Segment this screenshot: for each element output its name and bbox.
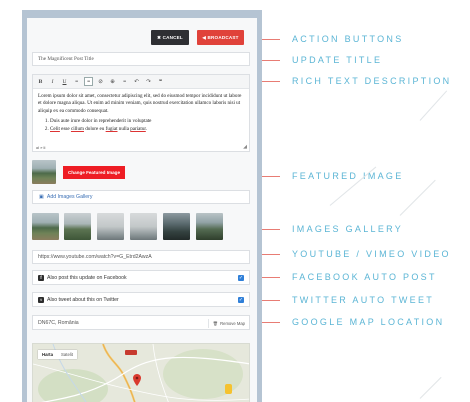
italic-icon[interactable]: I [48,77,57,86]
gallery-image[interactable] [97,213,124,240]
blockquote-icon[interactable]: ❝ [156,77,165,86]
gallery-image[interactable] [130,213,157,240]
facebook-auto-post-row[interactable]: f Also post this update on Facebook ✓ [32,270,250,285]
map-type-tabs: Harta Satelit [38,350,77,359]
editor-content[interactable]: Lorem ipsum dolor sit amet, consectetur … [33,89,249,137]
align-icon[interactable]: ≡ [120,77,129,86]
remove-map-label: Remove Map [220,321,245,326]
connector-line [262,39,280,40]
update-form-panel: ✖ CANCEL ◀ BROADCAST The Magnificent Pos… [27,18,257,402]
undo-icon[interactable]: ↶ [132,77,141,86]
twitter-checkbox[interactable]: ✓ [238,297,244,303]
facebook-icon: f [38,274,44,281]
rich-text-editor[interactable]: B I U ≡ ≡ ⊘ ⊕ ≡ ↶ ↷ ❝ Lorem ipsum dolor … [32,74,250,152]
label-rich-text: RICH TEXT DESCRIPTION [292,76,452,86]
facebook-label: Also post this update on Facebook [47,274,127,281]
numbered-list-icon[interactable]: ≡ [84,77,93,86]
change-featured-image-button[interactable]: Change Featured Image [63,166,125,179]
connector-line [262,176,280,177]
editor-list: Duis aute irure dolor in reprehenderit i… [38,118,244,133]
spellcheck-word: fugiat [105,125,118,132]
google-map[interactable]: Harta Satelit [32,343,250,402]
street-view-pegman-icon[interactable] [225,384,232,394]
trash-icon: 🗑 [212,320,219,326]
bullet-list-icon[interactable]: ≡ [72,77,81,86]
spellcheck-word: cillum [70,125,84,132]
spellcheck-word: pariatur [130,125,146,132]
facebook-checkbox[interactable]: ✓ [238,275,244,281]
decorative-line [419,376,442,399]
label-video: YOUTUBE / VIMEO VIDEO [292,249,451,259]
editor-list-item: Duis aute irure dolor in reprehenderit i… [50,118,244,125]
connector-line [262,60,280,61]
label-update-title: UPDATE TITLE [292,55,383,65]
link-icon[interactable]: ⊕ [108,77,117,86]
text-run: esse [59,125,71,132]
featured-image-thumbnail [32,160,56,184]
remove-map-button[interactable]: 🗑 Remove Map [207,319,245,328]
gallery-link-label: Add Images Gallery [46,194,93,200]
text-run: nulla [117,125,131,132]
element-path: ol » li [36,145,46,150]
bold-icon[interactable]: B [36,77,45,86]
twitter-icon: t [38,296,44,303]
connector-line [262,322,280,323]
cancel-button[interactable]: ✖ CANCEL [151,30,189,45]
label-action-buttons: ACTION BUTTONS [292,34,404,44]
twitter-label: Also tweet about this on Twitter [47,296,119,303]
broadcast-button[interactable]: ◀ BROADCAST [197,30,244,45]
decorative-line [419,90,448,121]
text-run: dolore eu [83,125,106,132]
gallery-icon: ▣ [39,194,44,200]
label-images-gallery: IMAGES GALLERY [292,224,404,234]
decorative-line [399,179,436,216]
label-twitter: TWITTER AUTO TWEET [292,295,435,305]
video-url-input[interactable]: https://www.youtube.com/watch?v=G_Etrd2A… [32,250,250,264]
update-title-input[interactable]: The Magnificent Post Title [32,52,250,66]
tab-map[interactable]: Harta [38,350,57,359]
redo-icon[interactable]: ↷ [144,77,153,86]
gallery-image[interactable] [196,213,223,240]
connector-line [262,229,280,230]
text-run: . [145,125,148,132]
resize-handle-icon[interactable]: ◢ [243,144,247,150]
underline-icon[interactable]: U [60,77,69,86]
unlink-icon[interactable]: ⊘ [96,77,105,86]
connector-line [262,300,280,301]
add-images-gallery-link[interactable]: ▣ Add Images Gallery [32,190,250,204]
gallery-image[interactable] [64,213,91,240]
gallery-image[interactable] [32,213,59,240]
tab-satellite[interactable]: Satelit [57,350,77,359]
connector-line [262,81,280,82]
map-location-input[interactable]: DN67C, România 🗑 Remove Map [32,315,250,330]
label-featured-image: FEATURED IMAGE [292,171,404,181]
map-marker-icon[interactable] [133,374,141,386]
twitter-auto-tweet-row[interactable]: t Also tweet about this on Twitter ✓ [32,292,250,307]
label-map: GOOGLE MAP LOCATION [292,317,445,327]
editor-list-item: Celit esse cillum dolore eu fugiat nulla… [50,126,244,133]
label-facebook: FACEBOOK AUTO POST [292,272,437,282]
connector-line [262,254,280,255]
editor-toolbar: B I U ≡ ≡ ⊘ ⊕ ≡ ↶ ↷ ❝ [33,75,249,89]
spellcheck-word: Celit [50,125,60,132]
connector-line [262,277,280,278]
map-location-value: DN67C, România [38,319,79,326]
gallery-image[interactable] [163,213,190,240]
editor-paragraph: Lorem ipsum dolor sit amet, consectetur … [38,93,242,114]
